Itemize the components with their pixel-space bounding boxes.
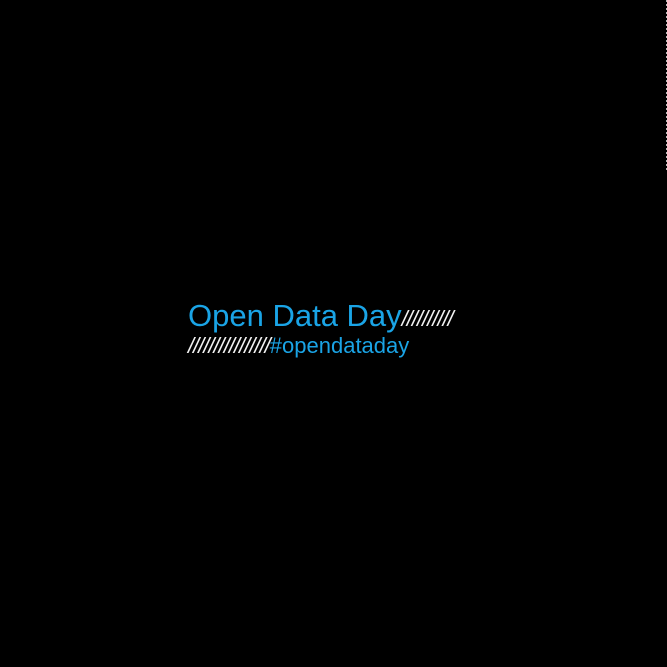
title-line: Open Data Day////////// xyxy=(188,300,508,334)
hashtag: #opendataday xyxy=(269,333,410,358)
event-title: Open Data Day xyxy=(188,298,402,333)
logo-text-block: Open Data Day////////// ////////////////… xyxy=(188,300,508,357)
hashtag-slashes: //////////////// xyxy=(188,333,271,358)
hashtag-line: ////////////////#opendataday xyxy=(188,335,508,357)
title-slashes: ////////// xyxy=(401,306,454,331)
